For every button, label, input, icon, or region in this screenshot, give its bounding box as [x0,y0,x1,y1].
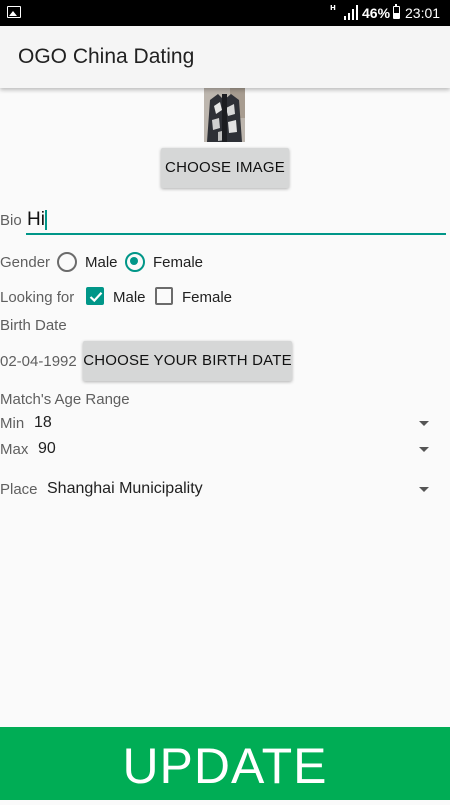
max-age-label: Max [0,441,29,458]
place-label: Place [0,481,38,498]
gender-male-radio[interactable] [57,252,77,272]
text-cursor [45,210,47,230]
bio-label: Bio [0,212,22,229]
gender-label: Gender [0,254,51,271]
profile-image[interactable] [204,88,245,142]
app-bar: OGO China Dating [0,26,450,88]
battery-percentage: 46% [362,5,391,21]
min-age-select[interactable]: 18 [30,410,440,436]
age-range-label: Match's Age Range [0,391,130,408]
clock: 23:01 [405,5,441,21]
dropdown-arrow-icon [419,421,429,426]
update-button[interactable]: UPDATE [0,727,450,800]
birth-date-value: 02-04-1992 [0,353,77,370]
looking-for-male-label[interactable]: Male [113,289,146,306]
gallery-notification-icon [7,6,21,18]
bio-input[interactable]: Hi [26,205,446,235]
birth-date-label: Birth Date [0,317,67,334]
gender-male-label[interactable]: Male [85,254,118,271]
status-bar: H 46% 23:01 [0,0,450,26]
check-icon [89,292,103,303]
looking-for-female-checkbox[interactable] [155,287,173,305]
looking-for-male-checkbox[interactable] [86,287,104,305]
app-title: OGO China Dating [18,45,195,68]
bio-input-text: Hi [27,209,45,230]
place-value: Shanghai Municipality [47,480,203,497]
looking-for-label: Looking for [0,289,75,306]
battery-icon [393,4,400,19]
dropdown-arrow-icon [419,487,429,492]
min-age-value: 18 [34,414,52,431]
signal-icon [344,5,358,20]
choose-image-button[interactable]: CHOOSE IMAGE [161,148,289,188]
max-age-select[interactable]: 90 [34,436,440,462]
profile-photo-graphic [204,88,245,142]
looking-for-female-label[interactable]: Female [182,289,232,306]
place-select[interactable]: Shanghai Municipality [43,476,440,502]
min-age-label: Min [0,415,25,432]
gender-female-radio[interactable] [125,252,145,272]
max-age-value: 90 [38,440,56,457]
choose-birth-date-button[interactable]: CHOOSE YOUR BIRTH DATE [83,341,292,381]
network-type-indicator: H [330,4,336,12]
dropdown-arrow-icon [419,447,429,452]
gender-female-label[interactable]: Female [153,254,203,271]
